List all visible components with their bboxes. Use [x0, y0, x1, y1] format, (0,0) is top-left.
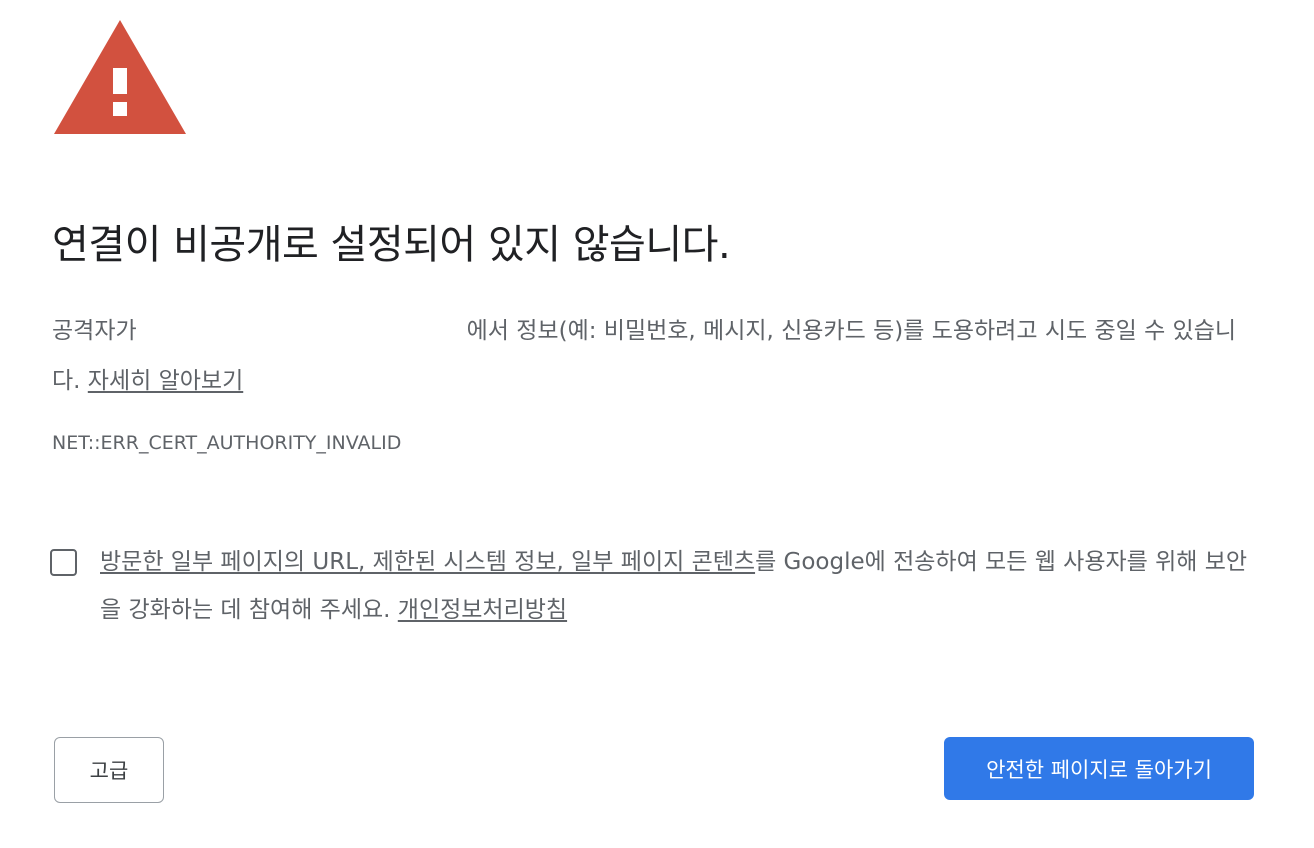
- advanced-button[interactable]: 고급: [54, 737, 164, 803]
- privacy-policy-link[interactable]: 개인정보처리방침: [398, 597, 567, 623]
- back-to-safety-button[interactable]: 안전한 페이지로 돌아가기: [944, 737, 1254, 800]
- error-code: NET::ERR_CERT_AUTHORITY_INVALID: [52, 432, 402, 454]
- warning-triangle-icon: [54, 20, 186, 134]
- interstitial-page: 연결이 비공개로 설정되어 있지 않습니다. 공격자가 에서 정보(예: 비밀번호…: [0, 0, 1314, 848]
- optin-checkbox[interactable]: [50, 549, 77, 576]
- explanation-paragraph: 공격자가 에서 정보(예: 비밀번호, 메시지, 신용카드 등)를 도용하려고 시…: [52, 306, 1262, 406]
- optin-label: 방문한 일부 페이지의 URL, 제한된 시스템 정보, 일부 페이지 콘텐츠를…: [100, 538, 1260, 634]
- optin-details-link[interactable]: 방문한 일부 페이지의 URL, 제한된 시스템 정보, 일부 페이지 콘텐츠: [100, 549, 755, 575]
- learn-more-link[interactable]: 자세히 알아보기: [88, 368, 243, 394]
- page-title: 연결이 비공개로 설정되어 있지 않습니다.: [52, 222, 731, 268]
- explanation-prefix: 공격자가: [52, 318, 137, 344]
